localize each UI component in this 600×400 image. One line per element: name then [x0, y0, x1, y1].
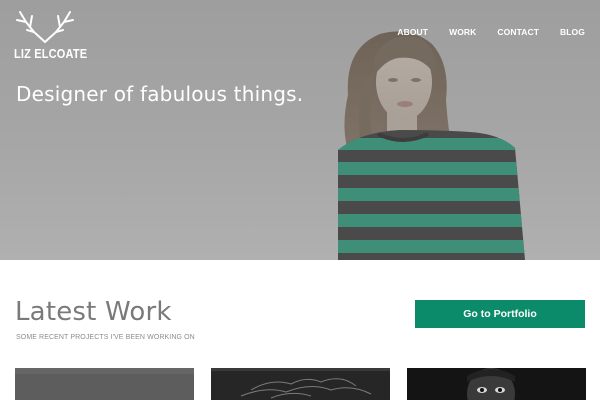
nav-item-blog[interactable]: BLOG: [560, 27, 585, 37]
hero-tagline: Designer of fabulous things.: [16, 82, 304, 106]
project-thumbnail-image: [407, 368, 586, 400]
project-thumbnail[interactable]: [15, 368, 194, 400]
hero-portrait-image: [338, 31, 525, 260]
hero-banner: LIZ ELCOATE ABOUT WORK CONTACT BLOG Desi…: [0, 0, 600, 260]
go-to-portfolio-button[interactable]: Go to Portfolio: [415, 300, 585, 328]
project-thumbnail[interactable]: [407, 368, 586, 400]
project-thumbnail[interactable]: [211, 368, 390, 400]
project-thumbnail-image: [211, 368, 390, 400]
latest-work-subtitle: SOME RECENT PROJECTS I'VE BEEN WORKING O…: [16, 334, 195, 341]
nav-item-contact[interactable]: CONTACT: [497, 27, 539, 37]
main-nav: ABOUT WORK CONTACT BLOG: [376, 27, 585, 37]
nav-item-about[interactable]: ABOUT: [397, 27, 428, 37]
logo-wordmark[interactable]: LIZ ELCOATE: [14, 47, 87, 61]
nav-item-work[interactable]: WORK: [449, 27, 476, 37]
latest-work-title: Latest Work: [15, 297, 172, 327]
project-thumbnail-image: [15, 368, 194, 400]
